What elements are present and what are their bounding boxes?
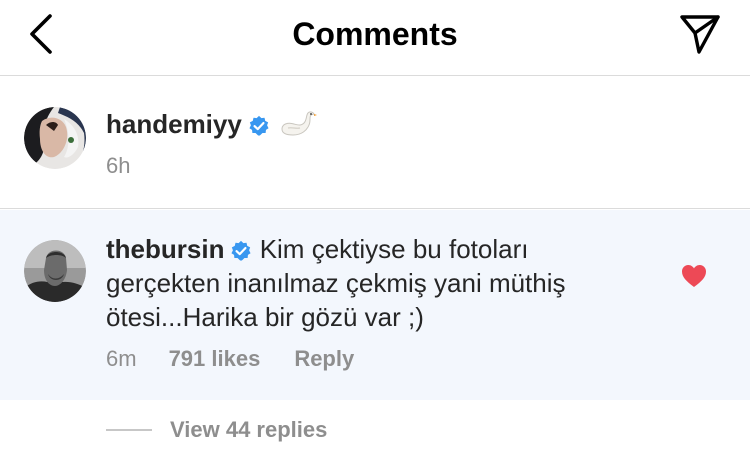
caption-header: handemiyy — [106, 107, 318, 141]
header-bar: Comments — [0, 0, 750, 76]
swan-emoji-icon — [281, 111, 317, 136]
comment-username[interactable]: thebursin — [106, 234, 224, 264]
post-caption: handemiyy 6h — [0, 77, 750, 209]
chevron-left-icon — [30, 14, 52, 54]
avatar[interactable] — [24, 240, 86, 302]
replies-divider — [106, 429, 152, 431]
back-button[interactable] — [18, 8, 64, 60]
like-button[interactable] — [678, 260, 710, 292]
heart-filled-icon — [682, 265, 706, 287]
caption-username[interactable]: handemiyy — [106, 109, 242, 139]
share-button[interactable] — [676, 10, 724, 58]
comment-body: thebursin Kim çektiyse bu fotoları gerçe… — [106, 232, 626, 334]
comment-timestamp: 6m — [106, 346, 137, 371]
comments-screen: Comments handemiyy 6h thebursin Kim çekt… — [0, 0, 750, 462]
comment-item: thebursin Kim çektiyse bu fotoları gerçe… — [0, 210, 750, 400]
verified-badge-icon — [249, 115, 269, 136]
likes-count[interactable]: 791 likes — [169, 346, 261, 371]
reply-button[interactable]: Reply — [294, 346, 354, 371]
caption-timestamp: 6h — [106, 153, 131, 178]
page-title: Comments — [292, 16, 458, 52]
view-replies-label: View 44 replies — [170, 417, 328, 442]
verified-badge-icon — [231, 240, 251, 261]
paper-plane-icon — [680, 15, 720, 54]
view-replies-button[interactable]: View 44 replies — [106, 414, 327, 446]
avatar[interactable] — [24, 107, 86, 169]
comment-meta: 6m 791 likes Reply — [106, 344, 354, 374]
